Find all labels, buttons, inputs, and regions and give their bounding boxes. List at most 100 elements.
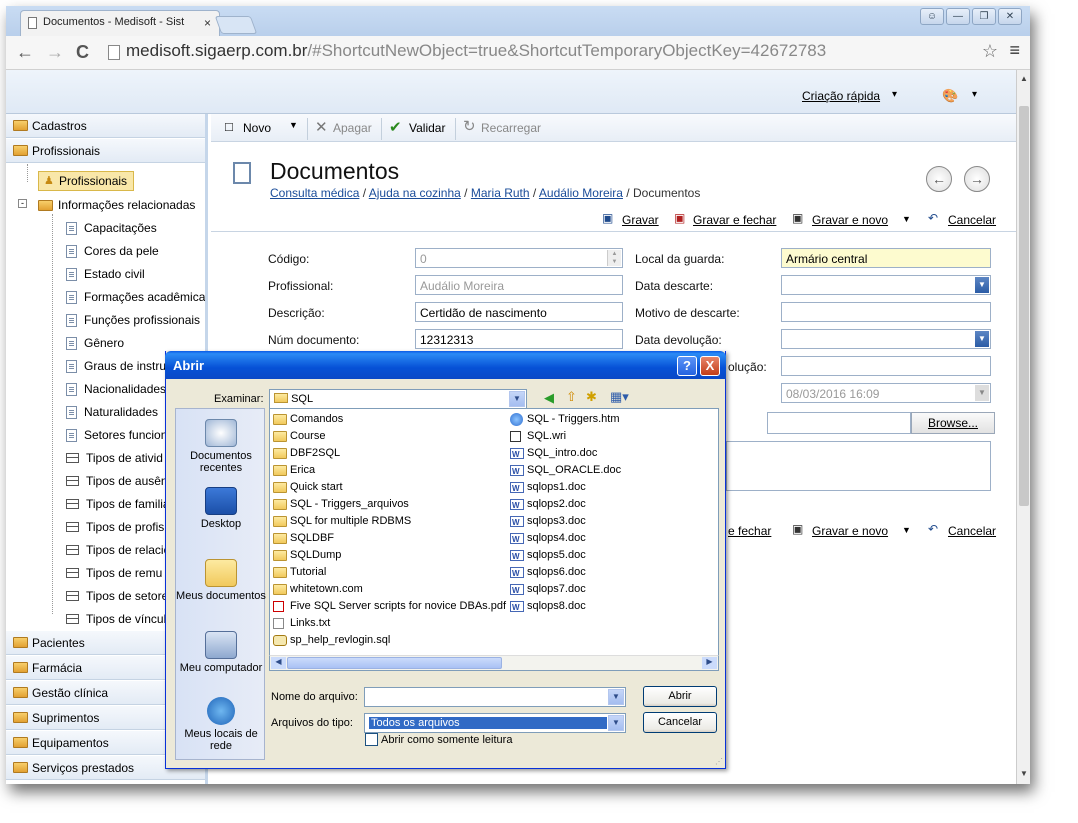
chevron-down-icon[interactable]: ▼ <box>902 214 911 224</box>
sidebar-item-related[interactable]: Formações acadêmicas <box>66 286 205 308</box>
file-item[interactable]: SQL.wri <box>510 429 566 446</box>
page-scrollbar[interactable]: ▲ ▼ <box>1016 70 1030 784</box>
palette-icon[interactable]: 🎨 <box>942 88 958 104</box>
new-tab-button[interactable] <box>214 16 258 34</box>
scroll-thumb[interactable] <box>287 657 502 669</box>
look-in-select[interactable]: SQL ▼ <box>269 389 527 409</box>
scroll-right-icon[interactable]: ▶ <box>702 657 717 669</box>
collapse-icon[interactable]: - <box>18 199 27 208</box>
scroll-down-icon[interactable]: ▼ <box>1020 769 1028 778</box>
breadcrumb-link[interactable]: Maria Ruth <box>471 186 530 200</box>
datetime-field[interactable]: 08/03/2016 16:09 ▼ <box>781 383 991 403</box>
place-desktop[interactable]: Desktop <box>176 487 266 530</box>
file-item[interactable]: sqlops4.doc <box>510 531 586 548</box>
reload-button[interactable]: Recarregar <box>481 121 541 135</box>
file-item[interactable]: sqlops8.doc <box>510 599 586 616</box>
breadcrumb-link[interactable]: Ajuda na cozinha <box>369 186 461 200</box>
forward-icon[interactable]: → <box>46 42 64 63</box>
resize-grip-icon[interactable]: ⋰ <box>715 757 723 766</box>
cancel-dialog-button[interactable]: Cancelar <box>643 712 717 733</box>
breadcrumb-link[interactable]: Audálio Moreira <box>539 186 623 200</box>
profissional-field[interactable]: Audálio Moreira <box>415 275 623 295</box>
file-list-scrollbar[interactable]: ◀ ▶ <box>269 655 719 671</box>
back-icon[interactable]: ◀ <box>544 390 554 406</box>
file-item[interactable]: SQLDump <box>273 548 341 565</box>
file-item[interactable]: Tutorial <box>273 565 326 582</box>
file-item[interactable]: sp_help_revlogin.sql <box>273 633 390 650</box>
chevron-down-icon[interactable]: ▼ <box>509 391 525 407</box>
file-item[interactable]: sqlops5.doc <box>510 548 586 565</box>
url-field[interactable]: medisoft.sigaerp.com.br/#ShortcutNewObje… <box>126 41 826 61</box>
motivo-devolucao-field[interactable] <box>781 356 991 376</box>
close-window-icon[interactable]: ✕ <box>998 8 1022 25</box>
up-folder-icon[interactable]: ⇧ <box>566 389 577 405</box>
user-icon[interactable]: ☺ <box>920 8 944 25</box>
data-descarte-field[interactable]: ▼ <box>781 275 991 295</box>
sidebar-item-related[interactable]: Cores da pele <box>66 240 205 262</box>
file-item[interactable]: SQL - Triggers_arquivos <box>273 497 409 514</box>
place-recent[interactable]: Documentos recentes <box>176 419 266 474</box>
file-item[interactable]: sqlops3.doc <box>510 514 586 531</box>
save-close-button[interactable]: Gravar e fechar <box>693 213 776 227</box>
chevron-down-icon[interactable]: ▾ <box>892 89 897 100</box>
file-item[interactable]: Erica <box>273 463 315 480</box>
open-button[interactable]: Abrir <box>643 686 717 707</box>
sidebar-item-related[interactable]: Funções profissionais <box>66 309 205 331</box>
data-devolucao-field[interactable]: ▼ <box>781 329 991 349</box>
save-close-button-bottom[interactable]: e fechar <box>728 524 771 538</box>
breadcrumb-link[interactable]: Consulta médica <box>270 186 359 200</box>
chevron-down-icon[interactable]: ▾ <box>972 89 977 100</box>
file-item[interactable]: sqlops2.doc <box>510 497 586 514</box>
file-item[interactable]: SQL for multiple RDBMS <box>273 514 411 531</box>
previous-record-button[interactable]: ← <box>926 166 952 192</box>
file-item[interactable]: Quick start <box>273 480 343 497</box>
sidebar-item-informacoes[interactable]: - Informações relacionadas <box>18 194 205 216</box>
calendar-dropdown-icon[interactable]: ▼ <box>975 331 989 347</box>
file-item[interactable]: SQLDBF <box>273 531 334 548</box>
descricao-field[interactable]: Certidão de nascimento <box>415 302 623 322</box>
place-network[interactable]: Meus locais de rede <box>176 697 266 752</box>
save-new-button[interactable]: Gravar e novo <box>812 213 888 227</box>
codigo-field[interactable]: 0 ▲ ▼ <box>415 248 623 268</box>
calendar-dropdown-icon[interactable]: ▼ <box>975 385 989 401</box>
file-item[interactable]: Five SQL Server scripts for novice DBAs.… <box>273 599 506 616</box>
local-guarda-field[interactable]: Armário central <box>781 248 991 268</box>
file-item[interactable]: sqlops6.doc <box>510 565 586 582</box>
file-item[interactable]: SQL_intro.doc <box>510 446 597 463</box>
sidebar-item-cadastros[interactable]: Cadastros <box>6 114 205 138</box>
chevron-down-icon[interactable]: ▼ <box>902 525 911 535</box>
motivo-descarte-field[interactable] <box>781 302 991 322</box>
file-item[interactable]: DBF2SQL <box>273 446 340 463</box>
calendar-dropdown-icon[interactable]: ▼ <box>975 277 989 293</box>
save-button[interactable]: Gravar <box>622 213 659 227</box>
file-item[interactable]: whitetown.com <box>273 582 363 599</box>
browse-button[interactable]: Browse... <box>911 412 995 434</box>
cancel-button-bottom[interactable]: Cancelar <box>948 524 996 538</box>
close-icon[interactable]: X <box>700 356 720 376</box>
num-documento-field[interactable]: 12312313 <box>415 329 623 349</box>
tab-close-icon[interactable]: × <box>204 16 211 30</box>
file-item[interactable]: Course <box>273 429 325 446</box>
file-item[interactable]: Links.txt <box>273 616 330 633</box>
bookmark-star-icon[interactable]: ☆ <box>982 41 998 62</box>
filename-input[interactable]: ▼ <box>364 687 626 707</box>
file-item[interactable]: sqlops1.doc <box>510 480 586 497</box>
sidebar-item-profissionais-selected[interactable]: ♟ Profissionais <box>44 170 140 192</box>
file-path-field[interactable] <box>767 412 911 434</box>
filetype-select[interactable]: Todos os arquivos ▼ <box>364 713 626 733</box>
minimize-icon[interactable]: — <box>946 8 970 25</box>
back-icon[interactable]: ← <box>16 42 34 63</box>
sidebar-item-related[interactable]: Capacitações <box>66 217 205 239</box>
browser-tab[interactable]: Documentos - Medisoft - Sist × <box>20 10 220 36</box>
quick-create-link[interactable]: Criação rápida <box>802 89 880 103</box>
readonly-checkbox[interactable] <box>365 733 378 746</box>
delete-button[interactable]: Apagar <box>333 121 372 135</box>
file-item[interactable]: SQL_ORACLE.doc <box>510 463 621 480</box>
notes-area[interactable] <box>726 441 991 491</box>
place-my-documents[interactable]: Meus documentos <box>176 559 266 602</box>
new-button[interactable]: Novo <box>243 121 271 135</box>
file-item[interactable]: SQL - Triggers.htm <box>510 412 620 429</box>
chevron-down-icon[interactable]: ▼ <box>608 689 624 705</box>
validate-button[interactable]: Validar <box>409 121 445 135</box>
reload-icon[interactable]: C <box>76 42 89 63</box>
